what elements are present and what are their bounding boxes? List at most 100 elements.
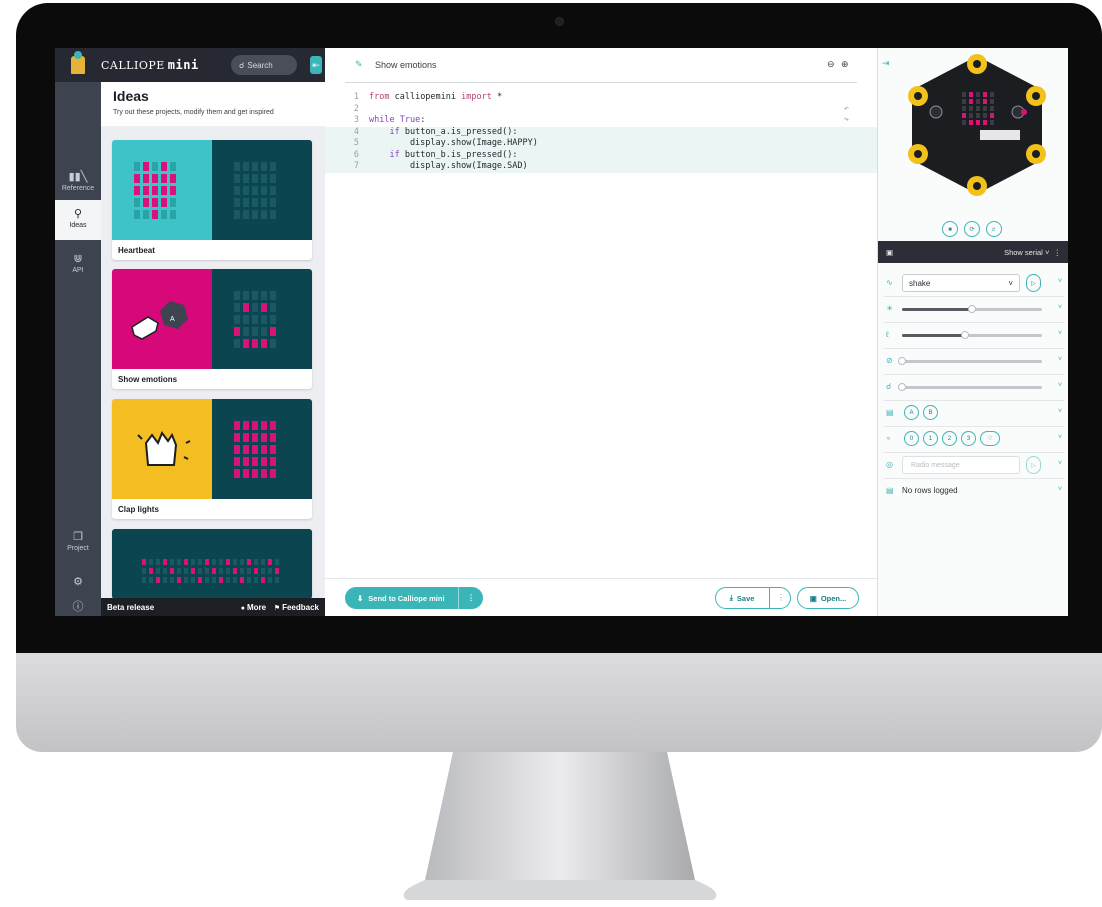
led (177, 568, 181, 574)
more-link[interactable]: ● More (241, 603, 266, 612)
calliope-board[interactable] (892, 50, 1062, 200)
led (134, 186, 140, 195)
led (205, 577, 209, 583)
led (261, 577, 265, 583)
button-a[interactable]: A (904, 405, 919, 420)
help-button[interactable]: ⓘ (55, 598, 101, 616)
pin-1-button[interactable]: 1 (923, 431, 938, 446)
search-input[interactable]: ☌ Search (231, 55, 297, 75)
table-icon: ▤ (886, 486, 894, 495)
search-icon: ☌ (239, 60, 245, 70)
idea-card-clap-lights[interactable]: Clap lights (112, 399, 312, 519)
pin-0-button[interactable]: 0 (904, 431, 919, 446)
led (233, 559, 237, 565)
send-radio-button[interactable]: ▷ (1026, 456, 1041, 474)
chevron-down-icon[interactable]: ˅ (1058, 460, 1062, 467)
led (234, 457, 240, 466)
led (252, 315, 258, 324)
led (234, 421, 240, 430)
led (252, 433, 258, 442)
rail-item-ideas[interactable]: ⚲ Ideas (55, 200, 101, 240)
rail-item-reference[interactable]: ▮▮╲ Reference (55, 170, 101, 192)
board-led (969, 106, 973, 111)
chevron-down-icon[interactable]: ˅ (1058, 434, 1062, 441)
led (234, 327, 240, 336)
microphone-icon: ☌ (886, 382, 892, 391)
gesture-select[interactable]: shake ˅ (902, 274, 1020, 292)
led (234, 433, 240, 442)
button-b[interactable]: B (923, 405, 938, 420)
stop-button[interactable]: ■ (942, 221, 958, 237)
nav-rail: ▮▮╲ Reference ⚲ Ideas ⋓ API ❐ Project ⚙ … (55, 82, 101, 616)
chevron-down-icon[interactable]: ˅ (1058, 304, 1062, 311)
compass-slider[interactable] (898, 357, 1042, 365)
code-line: 3 while True: ↷ (353, 115, 849, 127)
pin-3-button[interactable]: 3 (961, 431, 976, 446)
redo-icon[interactable]: ↷ (844, 115, 849, 127)
undo-icon[interactable]: ↶ (844, 104, 849, 116)
idea-card-heartbeat[interactable]: Heartbeat (112, 140, 312, 260)
rail-item-project[interactable]: ❐ Project (55, 530, 101, 552)
led (261, 421, 267, 430)
zoom-in-icon[interactable]: ⊕ (841, 59, 849, 70)
log-status: No rows logged (902, 486, 958, 495)
board-led (983, 92, 987, 97)
show-serial-toggle[interactable]: Show serial (1004, 248, 1043, 257)
light-slider[interactable] (902, 305, 1042, 313)
chevron-down-icon[interactable]: ˅ (1058, 382, 1062, 389)
led (163, 577, 167, 583)
board-led (962, 99, 966, 104)
sound-slider[interactable] (898, 383, 1042, 391)
collapse-sidebar-button[interactable]: ⇤ (310, 56, 322, 74)
send-menu-button[interactable]: ⋮ (458, 587, 483, 609)
idea-card-show-emotions[interactable]: A Show emotions (112, 269, 312, 389)
led (243, 469, 249, 478)
temperature-slider[interactable] (902, 331, 1042, 339)
chevron-down-icon[interactable]: ˅ (1058, 486, 1062, 493)
play-gesture-button[interactable]: ▷ (1026, 274, 1041, 292)
pencil-icon[interactable]: ✎ (355, 59, 363, 70)
chevron-down-icon[interactable]: ˅ (1058, 330, 1062, 337)
board-led (990, 99, 994, 104)
code-editor: ✎ Show emotions ⊖ ⊕ 1 from calliopemini i… (325, 48, 877, 616)
radio-message-input[interactable]: Radio message (902, 456, 1020, 474)
serial-bar: ▣ Show serial ˅ ⋮ (878, 241, 1068, 263)
save-menu-button[interactable]: ⋮ (769, 587, 792, 609)
led (270, 303, 276, 312)
send-to-device-button[interactable]: ⬇ Send to Calliope mini ⋮ (345, 587, 483, 609)
board-led (962, 92, 966, 97)
restart-button[interactable]: ⟳ (964, 221, 980, 237)
chevron-down-icon[interactable]: ˅ (1058, 278, 1062, 285)
led (252, 339, 258, 348)
led (243, 291, 249, 300)
temperature-row: ℓ ˅ (884, 322, 1064, 349)
mute-button[interactable]: ♬ (986, 221, 1002, 237)
led (252, 457, 258, 466)
led (243, 339, 249, 348)
feedback-link[interactable]: ⚑ Feedback (274, 603, 319, 612)
zoom-out-icon[interactable]: ⊖ (827, 59, 835, 70)
led (191, 559, 195, 565)
heartbeat-thumbnail (112, 140, 212, 240)
led (142, 577, 146, 583)
led (261, 457, 267, 466)
gesture-icon: ∿ (886, 278, 893, 287)
project-title[interactable]: Show emotions (375, 60, 437, 70)
led (247, 577, 251, 583)
led (254, 568, 258, 574)
idea-card-more[interactable] (112, 529, 312, 599)
rail-item-api[interactable]: ⋓ API (55, 252, 101, 274)
beta-footer: Beta release ● More ⚑ Feedback (101, 598, 325, 616)
settings-button[interactable]: ⚙ (55, 575, 101, 590)
collapse-simulator-button[interactable]: ⇥ (882, 58, 890, 69)
buttons-row: ▤ A B ˅ (884, 400, 1064, 427)
chevron-down-icon[interactable]: ˅ (1058, 408, 1062, 415)
open-button[interactable]: ▣ Open... (797, 587, 859, 609)
led (143, 198, 149, 207)
led (163, 568, 167, 574)
led-preview (212, 399, 312, 499)
pin-touch-button[interactable]: ♡ (980, 431, 1000, 446)
code-area[interactable]: 1 from calliopemini import * 2 ↶ 3 while Tr… (325, 92, 877, 173)
pin-2-button[interactable]: 2 (942, 431, 957, 446)
chevron-down-icon[interactable]: ˅ (1058, 356, 1062, 363)
